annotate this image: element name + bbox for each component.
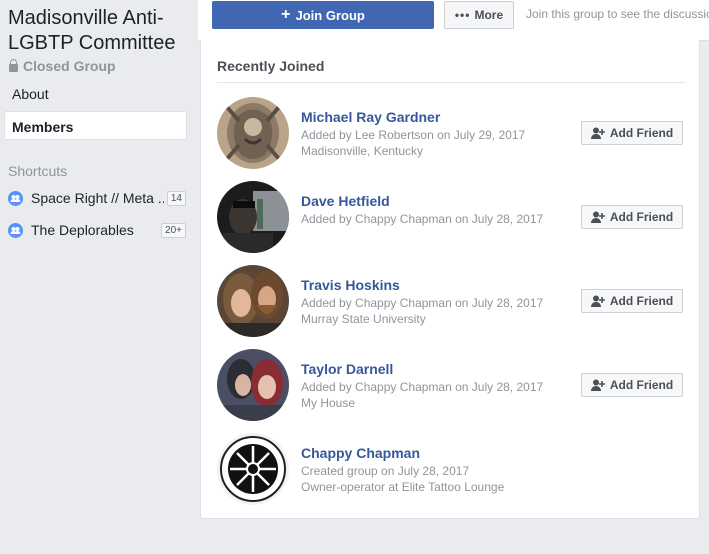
group-icon [8, 223, 23, 238]
shortcuts-heading: Shortcuts [8, 163, 68, 179]
add-friend-label: Add Friend [609, 126, 674, 140]
add-friend-button[interactable]: Add Friend [581, 373, 683, 397]
shortcut-badge: 20+ [161, 223, 186, 238]
nav-members[interactable]: Members [4, 111, 187, 140]
member-added-text: Created group on July 28, 2017 [301, 464, 470, 478]
group-privacy-label: Closed Group [23, 58, 116, 74]
member-name[interactable]: Travis Hoskins [301, 277, 400, 293]
member-name[interactable]: Michael Ray Gardner [301, 109, 440, 125]
add-friend-icon [590, 127, 605, 139]
add-friend-button[interactable]: Add Friend [581, 121, 683, 145]
member-detail-text: Owner-operator at Elite Tattoo Lounge [301, 480, 505, 494]
lock-icon [9, 58, 18, 72]
group-name[interactable]: Madisonville Anti-LGBTP Committee [8, 6, 198, 56]
member-avatar[interactable] [217, 265, 289, 337]
member-row: Michael Ray Gardner Added by Lee Roberts… [217, 97, 687, 171]
add-friend-icon [590, 295, 605, 307]
member-name[interactable]: Dave Hetfield [301, 193, 390, 209]
member-detail-text: My House [301, 396, 356, 410]
member-added-text: Added by Chappy Chapman on July 28, 2017 [301, 212, 544, 226]
member-avatar[interactable] [217, 433, 289, 505]
add-friend-button[interactable]: Add Friend [581, 205, 683, 229]
join-group-label: Join Group [295, 7, 365, 23]
shortcut-badge: 14 [166, 191, 186, 206]
shortcut-label: The Deplorables [31, 222, 134, 238]
plus-icon: + [281, 6, 291, 23]
member-name[interactable]: Chappy Chapman [301, 445, 420, 461]
shortcut-item[interactable]: Space Right // Meta ... 14 [8, 188, 186, 208]
card-title: Recently Joined [217, 58, 325, 74]
group-action-bar: + Join Group ••• More Join this group to… [198, 0, 709, 41]
add-friend-button[interactable]: Add Friend [581, 289, 683, 313]
recently-joined-card: Recently Joined Michael Ray Gardner Adde… [200, 40, 700, 519]
add-friend-label: Add Friend [609, 294, 674, 308]
member-row: Travis Hoskins Added by Chappy Chapman o… [217, 265, 687, 339]
member-avatar[interactable] [217, 349, 289, 421]
member-row: Dave Hetfield Added by Chappy Chapman on… [217, 181, 687, 255]
member-avatar[interactable] [217, 97, 289, 169]
join-group-button[interactable]: + Join Group [212, 1, 434, 29]
member-detail-text: Murray State University [301, 312, 426, 326]
member-added-text: Added by Chappy Chapman on July 28, 2017 [301, 380, 544, 394]
member-avatar[interactable] [217, 181, 289, 253]
group-privacy: Closed Group [9, 58, 116, 74]
member-added-text: Added by Lee Robertson on July 29, 2017 [301, 128, 526, 142]
member-added-text: Added by Chappy Chapman on July 28, 2017 [301, 296, 544, 310]
group-icon [8, 191, 23, 206]
more-button[interactable]: ••• More [444, 1, 514, 29]
add-friend-label: Add Friend [609, 210, 674, 224]
left-sidebar: Madisonville Anti-LGBTP Committee Closed… [0, 0, 197, 554]
add-friend-label: Add Friend [609, 378, 674, 392]
more-label: More [474, 8, 504, 22]
nav-about[interactable]: About [12, 86, 49, 102]
add-friend-icon [590, 379, 605, 391]
member-detail-text: Madisonville, Kentucky [301, 144, 424, 158]
divider [217, 82, 685, 83]
member-row: Taylor Darnell Added by Chappy Chapman o… [217, 349, 687, 423]
shortcut-item[interactable]: The Deplorables 20+ [8, 220, 186, 240]
join-message: Join this group to see the discussion [526, 7, 709, 21]
member-name[interactable]: Taylor Darnell [301, 361, 393, 377]
shortcut-label: Space Right // Meta ... [31, 190, 164, 206]
member-row: Chappy Chapman Created group on July 28,… [217, 433, 687, 507]
more-dots-icon: ••• [454, 8, 471, 22]
nav-members-label: Members [12, 119, 74, 135]
add-friend-icon [590, 211, 605, 223]
